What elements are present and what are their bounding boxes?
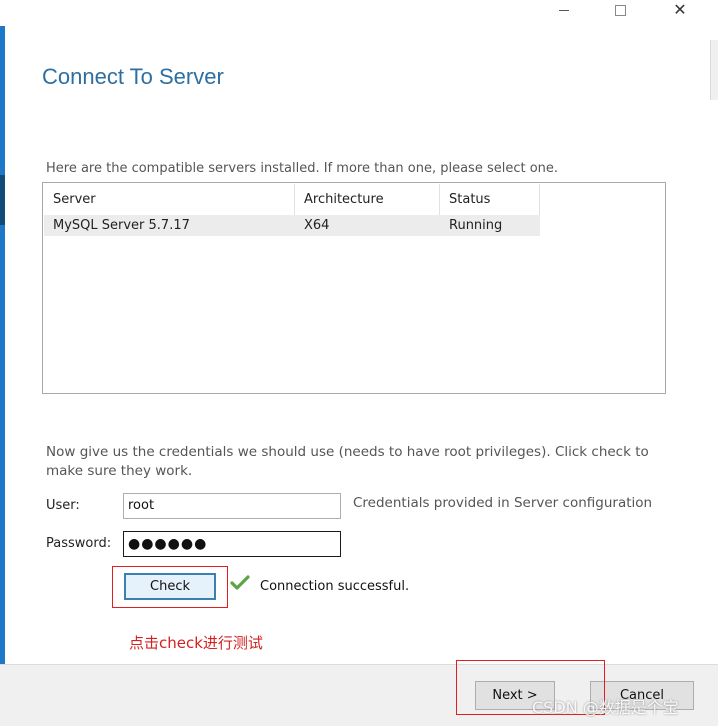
annotation-text: 点击check进行测试 (129, 634, 263, 652)
minimize-button[interactable] (541, 0, 587, 20)
background-window-accent (0, 175, 5, 225)
background-window-edge-right (710, 40, 718, 100)
page-title: Connect To Server (42, 64, 224, 89)
close-button[interactable]: ✕ (657, 0, 703, 20)
servers-intro-text: Here are the compatible servers installe… (46, 161, 559, 176)
watermark: CSDN @数据是个宝 (532, 698, 679, 717)
status-cell: Running (449, 218, 503, 233)
server-name-cell: MySQL Server 5.7.17 (53, 218, 190, 233)
minimize-icon (559, 9, 569, 11)
password-label: Password: (46, 536, 112, 551)
background-window-edge (0, 26, 5, 666)
user-label: User: (46, 498, 80, 513)
table-row[interactable]: MySQL Server 5.7.17 X64 Running (44, 215, 540, 236)
maximize-button[interactable] (597, 0, 643, 20)
user-field[interactable]: root (123, 493, 341, 519)
column-header-architecture[interactable]: Architecture (295, 184, 440, 215)
check-button[interactable]: Check (124, 573, 216, 600)
credentials-description: Now give us the credentials we should us… (46, 444, 649, 479)
maximize-icon (614, 4, 626, 16)
password-field[interactable]: ●●●●●● (123, 531, 341, 557)
architecture-cell: X64 (304, 218, 330, 233)
checkmark-icon (230, 574, 250, 596)
column-header-server[interactable]: Server (44, 184, 295, 215)
password-mask: ●●●●●● (128, 536, 208, 552)
column-header-status[interactable]: Status (440, 184, 540, 215)
server-list-header: Server Architecture Status (44, 184, 540, 215)
credentials-hint: Credentials provided in Server configura… (353, 495, 653, 511)
connection-status-text: Connection successful. (260, 579, 410, 594)
server-list[interactable]: Server Architecture Status MySQL Server … (42, 182, 666, 394)
close-icon: ✕ (673, 0, 687, 19)
